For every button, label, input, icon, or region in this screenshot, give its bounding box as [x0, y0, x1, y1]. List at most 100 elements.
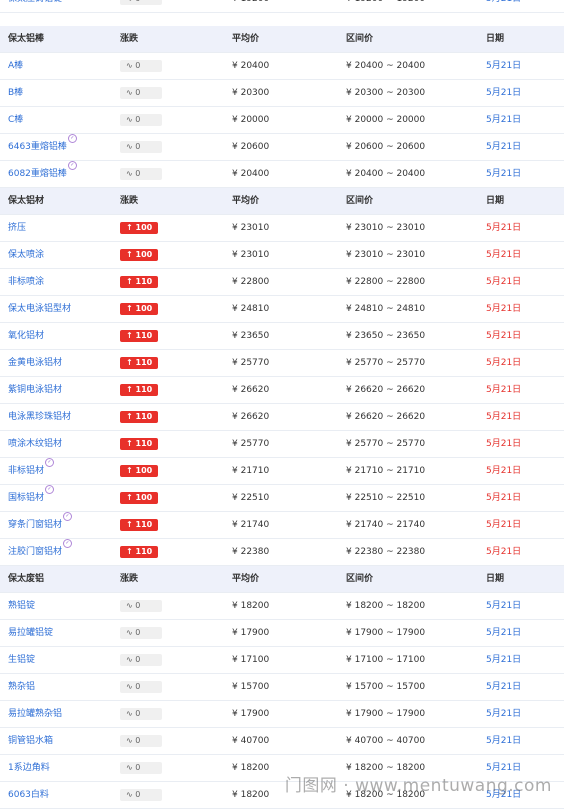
product-name-link[interactable]: 国标铝材 [8, 493, 44, 503]
change-value: 100 [135, 222, 153, 232]
up-arrow-icon: ↑ [126, 465, 136, 475]
wave-icon: ∿ [126, 708, 136, 718]
change-badge: ↑ 100 [120, 248, 159, 261]
product-name-link[interactable]: 易拉罐熟杂铝 [8, 709, 62, 719]
date-link[interactable]: 5月21日 [486, 620, 521, 646]
change-cell: ∿ 0 [120, 782, 162, 808]
change-badge: ↑ 110 [120, 437, 159, 450]
date-link[interactable]: 5月21日 [486, 80, 521, 106]
product-cell: 铜管铝水箱 [8, 728, 53, 754]
product-name-link[interactable]: 金黄电泳铝材 [8, 358, 62, 368]
date-link[interactable]: 5月21日 [486, 485, 521, 511]
date-link[interactable]: 5月21日 [486, 161, 521, 187]
product-name-link[interactable]: 6463重熔铝棒 [8, 142, 67, 152]
date-link[interactable]: 5月21日 [486, 593, 521, 619]
wave-icon: ∿ [126, 60, 136, 70]
product-name-link[interactable]: 熟铝锭 [8, 601, 35, 611]
date-link[interactable]: 5月21日 [486, 107, 521, 133]
product-name-link[interactable]: 铜管铝水箱 [8, 736, 53, 746]
range-price: ¥ 15700 ~ 15700 [346, 682, 426, 692]
date-link[interactable]: 5月21日 [486, 512, 521, 538]
change-cell: ↑ 110 [120, 404, 159, 430]
change-cell: ∿ 0 [120, 0, 162, 12]
product-name-link[interactable]: 电泳黑珍珠铝材 [8, 412, 71, 422]
range-price: ¥ 26620 ~ 26620 [346, 385, 426, 395]
change-cell: ↑ 100 [120, 242, 159, 268]
product-name-link[interactable]: 保太喷涂 [8, 250, 44, 260]
date-link[interactable]: 5月21日 [486, 647, 521, 673]
up-arrow-icon: ↑ [126, 411, 136, 421]
range-price: ¥ 26620 ~ 26620 [346, 412, 426, 422]
product-name-link[interactable]: 紫铜电泳铝材 [8, 385, 62, 395]
header-range: 区间价 [346, 574, 374, 584]
date-link[interactable]: 5月21日 [486, 53, 521, 79]
date-link[interactable]: 5月21日 [486, 323, 521, 349]
product-cell: 易拉罐铝锭 [8, 620, 53, 646]
change-badge: ↑ 100 [120, 464, 159, 477]
product-name-link[interactable]: 6082重熔铝棒 [8, 169, 67, 179]
range-price: ¥ 18200 ~ 18200 [346, 601, 426, 611]
wave-icon: ∿ [126, 0, 135, 3]
date-link[interactable]: 5月21日 [486, 215, 521, 241]
up-arrow-icon: ↑ [126, 303, 136, 313]
product-name-link[interactable]: 1系边角料 [8, 763, 50, 773]
tag-mark-icon: ✓ [63, 512, 73, 521]
product-name-link[interactable]: C棒 [8, 115, 23, 125]
date-link[interactable]: 5月21日 [486, 296, 521, 322]
table-row: 生铝锭 ∿ 0 ¥ 17100 ¥ 17100 ~ 17100 5月21日 [0, 647, 564, 674]
date-link[interactable]: 5月21日 [486, 404, 521, 430]
change-cell: ↑ 110 [120, 269, 159, 295]
up-arrow-icon: ↑ [126, 438, 136, 448]
product-name-link[interactable]: 保太压铸铝锭 [8, 0, 62, 4]
up-arrow-icon: ↑ [126, 357, 136, 367]
date-link[interactable]: 5月21日 [486, 134, 521, 160]
product-name-link[interactable]: 保太电泳铝型材 [8, 304, 71, 314]
avg-price: ¥ 26620 [232, 385, 270, 395]
product-name-link[interactable]: 挤压 [8, 223, 26, 233]
product-name-link[interactable]: 6063白料 [8, 790, 49, 800]
date-link[interactable]: 5月21日 [486, 269, 521, 295]
product-name-link[interactable]: 熟杂铝 [8, 682, 35, 692]
date-link[interactable]: 5月21日 [486, 701, 521, 727]
tag-mark-icon: ✓ [67, 161, 77, 170]
date-link[interactable]: 5月21日 [486, 728, 521, 754]
header-avg: 平均价 [232, 196, 260, 206]
date-link[interactable]: 5月21日 [486, 377, 521, 403]
change-badge: ↑ 110 [120, 329, 159, 342]
table-row: C棒 ∿ 0 ¥ 20000 ¥ 20000 ~ 20000 5月21日 [0, 107, 564, 134]
avg-price: ¥ 15700 [232, 682, 270, 692]
product-cell: 保太电泳铝型材 [8, 296, 71, 322]
change-value: 110 [135, 276, 153, 286]
avg-price: ¥ 22510 [232, 493, 270, 503]
product-name-link[interactable]: 非标喷涂 [8, 277, 44, 287]
date-link[interactable]: 5月21日 [486, 458, 521, 484]
date-link[interactable]: 5月21日 [486, 242, 521, 268]
avg-price: ¥ 22380 [232, 547, 270, 557]
change-badge: ↑ 110 [120, 518, 159, 531]
product-cell: 生铝锭 [8, 647, 35, 673]
date-link[interactable]: 5月21日 [486, 0, 521, 12]
product-cell: 6063白料 [8, 782, 49, 808]
product-name-link[interactable]: 喷涂木纹铝材 [8, 439, 62, 449]
product-name-link[interactable]: 穿条门窗铝材 [8, 520, 62, 530]
product-name-link[interactable]: 注胶门窗铝材 [8, 547, 62, 557]
date-link[interactable]: 5月21日 [486, 539, 521, 565]
product-name-link[interactable]: 氧化铝材 [8, 331, 44, 341]
change-value: 100 [135, 465, 153, 475]
change-cell: ↑ 110 [120, 539, 159, 565]
product-name-link[interactable]: 非标铝材 [8, 466, 44, 476]
product-cell: 非标喷涂 [8, 269, 44, 295]
date-link[interactable]: 5月21日 [486, 350, 521, 376]
range-price: ¥ 23650 ~ 23650 [346, 331, 426, 341]
date-link[interactable]: 5月21日 [486, 674, 521, 700]
avg-price: ¥ 23010 [232, 250, 270, 260]
product-name-link[interactable]: 生铝锭 [8, 655, 35, 665]
date-link[interactable]: 5月21日 [486, 431, 521, 457]
range-price: ¥ 24810 ~ 24810 [346, 304, 426, 314]
change-value: 100 [135, 303, 153, 313]
up-arrow-icon: ↑ [126, 330, 136, 340]
product-name-link[interactable]: B棒 [8, 88, 23, 98]
product-name-link[interactable]: A棒 [8, 61, 23, 71]
tag-mark-icon: ✓ [45, 458, 55, 467]
product-name-link[interactable]: 易拉罐铝锭 [8, 628, 53, 638]
